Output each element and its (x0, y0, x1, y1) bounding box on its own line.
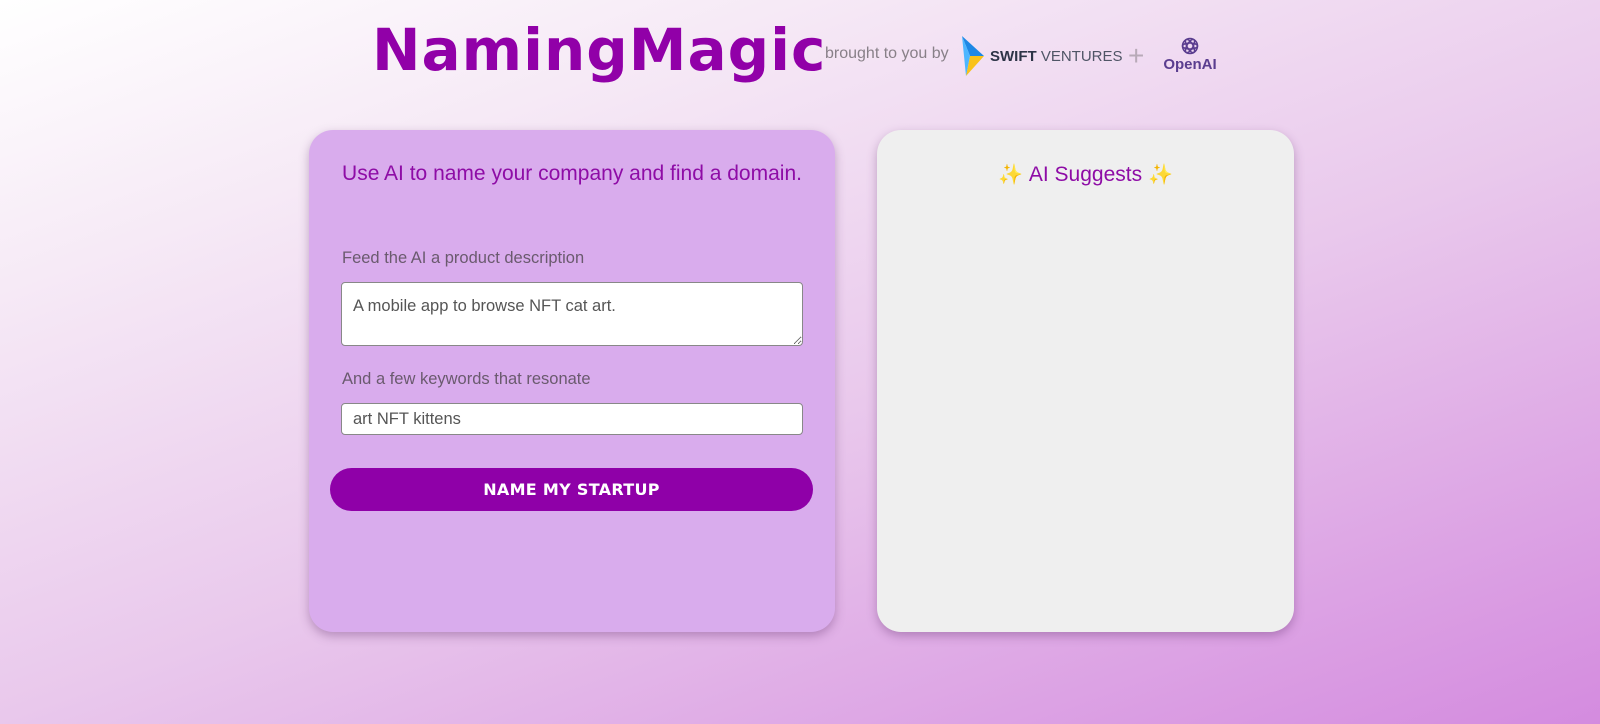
openai-knot-icon (1181, 37, 1199, 55)
sparkle-icon: ✨ (1148, 164, 1174, 186)
keywords-input[interactable] (341, 403, 803, 435)
openai-name: OpenAI (1163, 56, 1217, 73)
description-input[interactable]: A mobile app to browse NFT cat art. (341, 282, 803, 346)
swift-arrow-icon (962, 36, 984, 76)
form-heading: Use AI to name your company and find a d… (342, 162, 802, 185)
suggestions-heading-text: AI Suggests (1028, 163, 1143, 186)
name-my-startup-button[interactable]: NAME MY STARTUP (330, 468, 813, 511)
description-label: Feed the AI a product description (342, 249, 585, 267)
sponsor-name: SWIFT VENTURES (990, 47, 1123, 65)
header: NamingMagic brought to you by SWIFT VENT… (0, 0, 1600, 100)
sparkle-icon: ✨ (997, 164, 1023, 186)
suggestions-heading: ✨ AI Suggests ✨ (877, 162, 1294, 187)
suggestions-card: ✨ AI Suggests ✨ (877, 130, 1294, 632)
naming-form-card: Use AI to name your company and find a d… (309, 130, 835, 632)
app-title: NamingMagic (372, 16, 827, 84)
brought-by-text: brought to you by (825, 45, 949, 62)
keywords-label: And a few keywords that resonate (342, 370, 591, 388)
swift-ventures-logo[interactable]: SWIFT VENTURES (960, 34, 1123, 78)
plus-separator: + (1128, 40, 1145, 71)
openai-logo[interactable]: OpenAI (1160, 36, 1220, 74)
